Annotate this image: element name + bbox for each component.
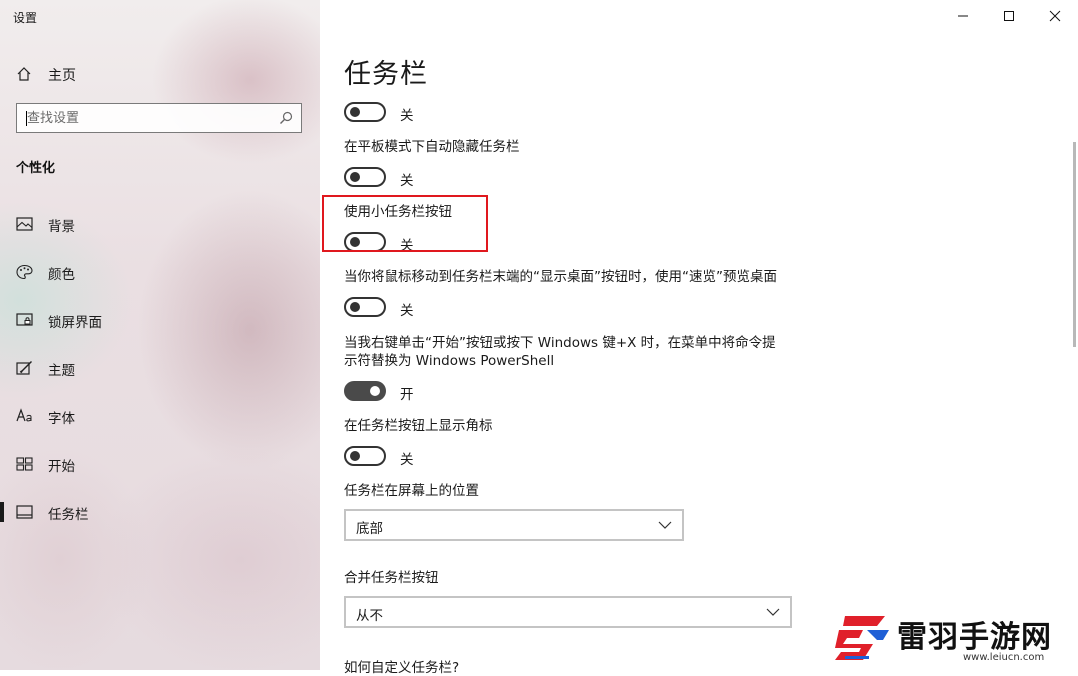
toggle-knob: [350, 451, 360, 461]
main-content: 任务栏 关 在平板模式下自动隐藏任务栏 关 使用小任务栏按钮 关 当你将鼠标移动…: [320, 0, 1078, 676]
setting-label-powershell-line1: 当我右键单击“开始”按钮或按下 Windows 键+X 时，在菜单中将命令提: [344, 335, 776, 351]
setting-label-peek-desktop: 当你将鼠标移动到任务栏末端的“显示桌面”按钮时，使用“速览”预览桌面: [344, 269, 777, 285]
toggle-powershell[interactable]: [344, 381, 386, 401]
sidebar-item-label: 任务栏: [48, 507, 89, 523]
font-icon: [16, 408, 32, 422]
sidebar-item-lock-screen[interactable]: 锁屏界面: [0, 305, 320, 335]
sidebar-item-label: 字体: [48, 411, 75, 427]
taskbar-icon: [16, 505, 33, 519]
setting-label-badges: 在任务栏按钮上显示角标: [344, 418, 493, 434]
sidebar: 设置 主页 个性化 背景 颜色 锁屏界: [0, 0, 320, 670]
sidebar-item-themes[interactable]: 主题: [0, 353, 320, 383]
home-icon: [17, 67, 31, 81]
dropdown-value: 从不: [356, 608, 383, 624]
chevron-down-icon: [766, 608, 780, 616]
watermark: 雷羽手游网 www.leiucn.com: [833, 608, 1073, 668]
theme-brush-icon: [16, 361, 32, 375]
sidebar-item-colors[interactable]: 颜色: [0, 257, 320, 287]
taskbar-position-label: 任务栏在屏幕上的位置: [344, 483, 479, 499]
sidebar-item-label: 主页: [48, 68, 76, 84]
toggle-peek-desktop[interactable]: [344, 297, 386, 317]
dropdown-value: 底部: [356, 521, 383, 537]
toggle-badges[interactable]: [344, 446, 386, 466]
chevron-down-icon: [658, 521, 672, 529]
sidebar-item-home[interactable]: 主页: [0, 60, 320, 88]
toggle-state-label: 关: [400, 108, 414, 124]
maximize-button[interactable]: [986, 4, 1032, 28]
page-title: 任务栏: [344, 59, 428, 90]
picture-icon: [16, 217, 33, 231]
toggle-knob: [350, 107, 360, 117]
search-input[interactable]: [27, 109, 267, 127]
site-logo-icon: [835, 616, 889, 660]
toggle-state-label: 关: [400, 303, 414, 319]
section-title-personalization: 个性化: [16, 161, 56, 176]
combine-buttons-label: 合并任务栏按钮: [344, 570, 439, 586]
scrollbar-thumb[interactable]: [1073, 142, 1076, 347]
toggle-auto-hide-tablet[interactable]: [344, 167, 386, 187]
setting-label-auto-hide-tablet: 在平板模式下自动隐藏任务栏: [344, 139, 520, 155]
search-icon[interactable]: [279, 111, 293, 125]
toggle-knob: [350, 172, 360, 182]
combine-buttons-dropdown[interactable]: 从不: [344, 596, 792, 628]
watermark-url: www.leiucn.com: [963, 652, 1045, 663]
setting-label-powershell-line2: 示符替换为 Windows PowerShell: [344, 353, 555, 369]
toggle-state-label: 关: [400, 173, 414, 189]
close-button[interactable]: [1032, 4, 1078, 28]
sidebar-item-taskbar[interactable]: 任务栏: [0, 497, 320, 527]
toggle-switch[interactable]: [344, 102, 386, 122]
toggle-state-label: 关: [400, 452, 414, 468]
toggle-knob: [370, 386, 380, 396]
toggle-state-label: 开: [400, 387, 414, 403]
sidebar-item-label: 背景: [48, 219, 75, 235]
lock-screen-icon: [16, 313, 33, 326]
toggle-knob: [350, 302, 360, 312]
sidebar-item-label: 主题: [48, 363, 75, 379]
sidebar-item-background[interactable]: 背景: [0, 209, 320, 239]
palette-icon: [16, 264, 33, 280]
start-menu-icon: [16, 457, 33, 471]
sidebar-item-label: 颜色: [48, 267, 75, 283]
sidebar-item-start[interactable]: 开始: [0, 449, 320, 479]
window-title: 设置: [13, 11, 38, 25]
help-link[interactable]: 如何自定义任务栏?: [344, 656, 459, 676]
search-box[interactable]: [16, 103, 302, 133]
active-indicator: [0, 502, 4, 522]
minimize-button[interactable]: [940, 4, 986, 28]
taskbar-position-dropdown[interactable]: 底部: [344, 509, 684, 541]
sidebar-item-label: 锁屏界面: [48, 315, 102, 331]
highlight-box: [322, 195, 488, 252]
sidebar-item-fonts[interactable]: 字体: [0, 401, 320, 431]
sidebar-item-label: 开始: [48, 459, 75, 475]
watermark-text: 雷羽手游网: [897, 620, 1052, 655]
